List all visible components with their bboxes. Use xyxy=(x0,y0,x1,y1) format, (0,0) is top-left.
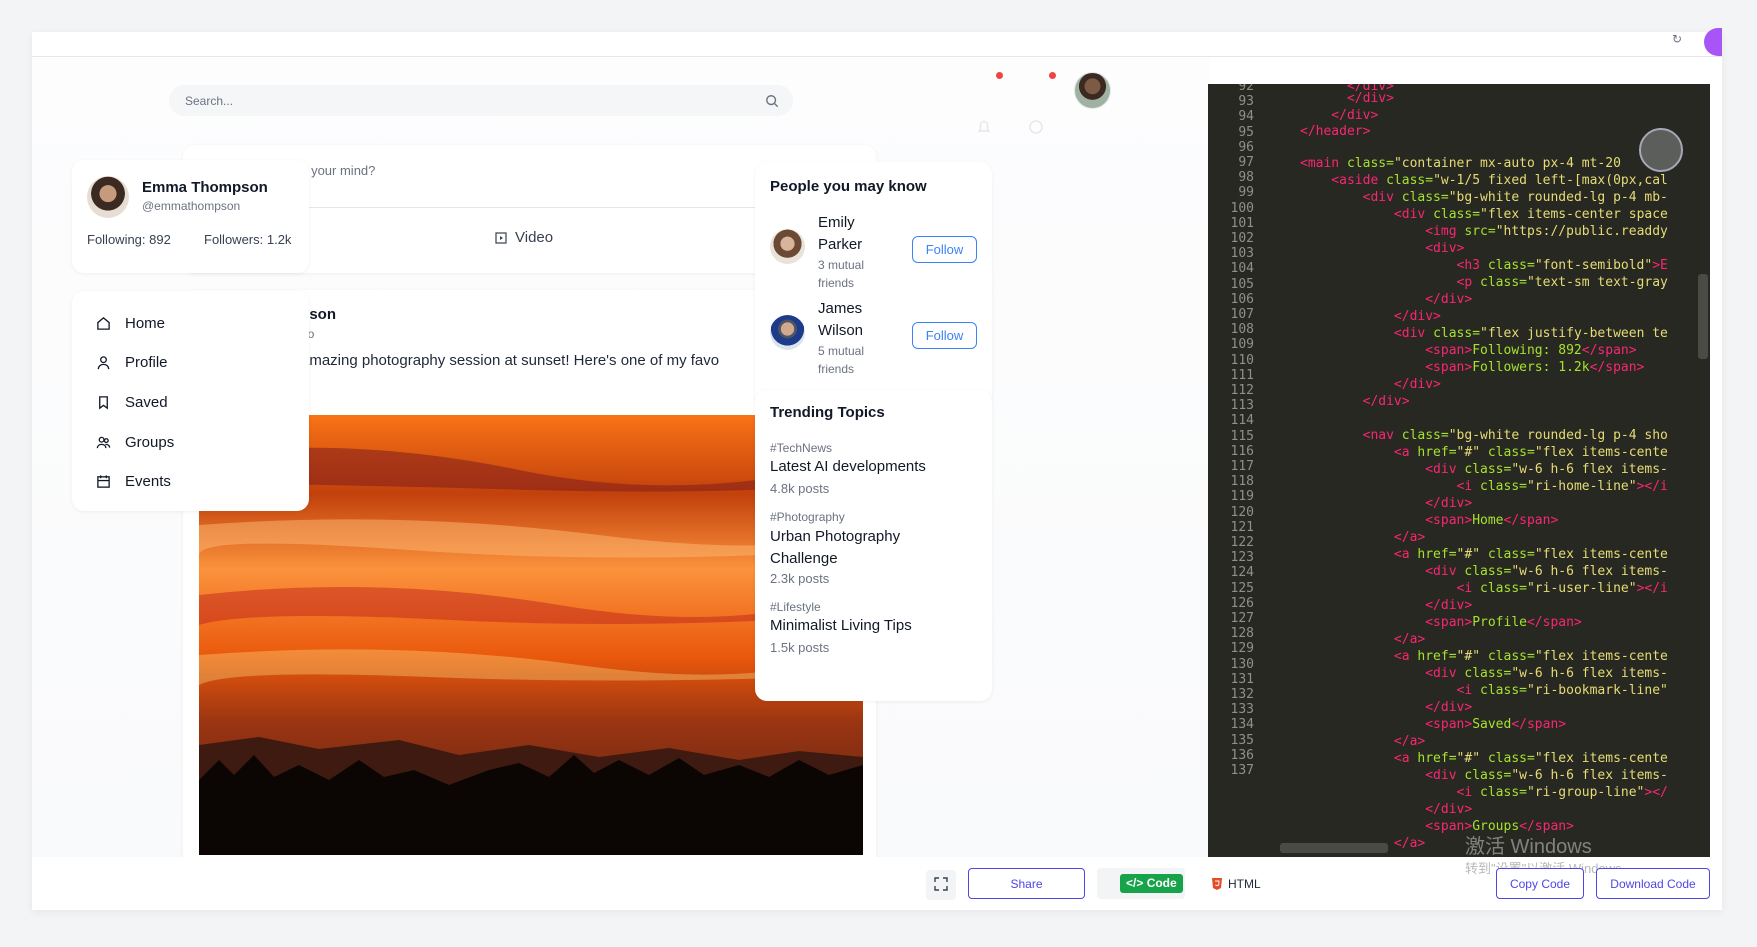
line-gutter: 92 93 94 95 96 97 98 99 100 101 102 103 104 105 106 107… xyxy=(1208,84,1258,857)
topic-posts: 1.5k posts xyxy=(770,640,830,655)
user-avatar[interactable] xyxy=(1704,28,1722,56)
profile-handle: @emmathompson xyxy=(142,199,241,213)
bookmark-icon xyxy=(99,396,108,410)
follow-button[interactable]: Follow xyxy=(912,236,977,263)
message-dot xyxy=(1049,72,1056,79)
fullscreen-icon xyxy=(934,876,948,891)
topic-posts: 4.8k posts xyxy=(770,481,830,496)
trending-title: Trending Topics xyxy=(770,404,885,421)
follow-button[interactable]: Follow xyxy=(912,322,977,349)
search-icon[interactable] xyxy=(765,94,779,108)
profile-avatar[interactable] xyxy=(87,176,129,218)
horizontal-scrollbar[interactable] xyxy=(1280,843,1388,853)
message-icon[interactable] xyxy=(1027,118,1045,136)
header-avatar[interactable] xyxy=(1074,72,1111,109)
video-icon xyxy=(495,231,507,244)
topic-tag[interactable]: #TechNews xyxy=(770,441,832,455)
code-icon: </> xyxy=(1126,876,1147,890)
trending-topics-card: Trending Topics #TechNews Latest AI deve… xyxy=(755,390,992,701)
calendar-icon xyxy=(97,475,110,488)
fullscreen-button[interactable] xyxy=(926,870,956,900)
line-number: 137 xyxy=(1230,763,1254,778)
loading-icon: ↻ xyxy=(1671,32,1682,46)
person-name[interactable]: James Wilson xyxy=(818,298,898,342)
bell-icon[interactable] xyxy=(975,118,993,136)
people-you-may-know-card: People you may know Emily Parker 3 mutua… xyxy=(755,162,992,407)
people-title: People you may know xyxy=(770,178,927,195)
topic-tag[interactable]: #Photography xyxy=(770,510,845,524)
person-name[interactable]: Emily Parker xyxy=(818,212,898,256)
notification-dot xyxy=(996,72,1003,79)
person-avatar[interactable] xyxy=(770,229,805,264)
home-icon xyxy=(97,317,110,330)
top-bar: ↻ xyxy=(32,28,1722,57)
topic-posts: 2.3k posts xyxy=(770,571,830,586)
person-mutual: 3 mutual friends xyxy=(818,258,865,290)
post-text: amazing photography session at sunset! H… xyxy=(301,352,720,369)
vertical-scrollbar[interactable] xyxy=(1698,274,1708,359)
html5-icon xyxy=(1212,877,1222,890)
sidebar-item-events[interactable]: Events xyxy=(96,473,171,490)
search-bar[interactable] xyxy=(169,85,793,116)
download-code-button[interactable]: Download Code xyxy=(1596,868,1710,899)
share-button[interactable]: Share xyxy=(968,868,1085,899)
topic-title[interactable]: Minimalist Living Tips xyxy=(770,615,970,637)
html-tab-button[interactable]: HTML xyxy=(1212,868,1272,899)
group-icon xyxy=(96,436,111,449)
code-editor[interactable]: 92 93 94 95 96 97 98 99 100 101 102 103 104 105 106 107… xyxy=(1208,84,1710,857)
windows-watermark-title: 激活 Windows xyxy=(1465,836,1592,858)
code-tab-button[interactable]: </> Code xyxy=(1097,868,1185,899)
topic-title[interactable]: Latest AI developments xyxy=(770,456,970,478)
profile-card: Emma Thompson @emmathompson Following: 8… xyxy=(72,160,309,273)
sidebar-nav: Home Profile Saved Groups Events xyxy=(72,291,309,511)
topic-tag[interactable]: #Lifestyle xyxy=(770,600,821,614)
sidebar-item-home[interactable]: Home xyxy=(96,315,165,332)
topic-title[interactable]: Urban Photography Challenge xyxy=(770,526,970,570)
followers-count[interactable]: Followers: 1.2k xyxy=(204,232,291,247)
copy-code-button[interactable]: Copy Code xyxy=(1496,868,1584,899)
preview-pane: on your mind? Video ilson go amazing pho… xyxy=(32,57,1210,857)
video-button[interactable]: Video xyxy=(495,229,553,246)
sidebar-item-profile[interactable]: Profile xyxy=(96,354,168,371)
sidebar-item-groups[interactable]: Groups xyxy=(96,434,174,451)
assistant-logo-icon[interactable] xyxy=(1639,128,1683,172)
user-icon xyxy=(97,356,110,370)
person-mutual: 5 mutual friends xyxy=(818,344,865,376)
search-input[interactable] xyxy=(185,85,745,116)
following-count[interactable]: Following: 892 xyxy=(87,232,171,247)
sidebar-item-saved[interactable]: Saved xyxy=(96,394,168,411)
profile-name[interactable]: Emma Thompson xyxy=(142,179,268,196)
person-avatar[interactable] xyxy=(770,315,805,350)
